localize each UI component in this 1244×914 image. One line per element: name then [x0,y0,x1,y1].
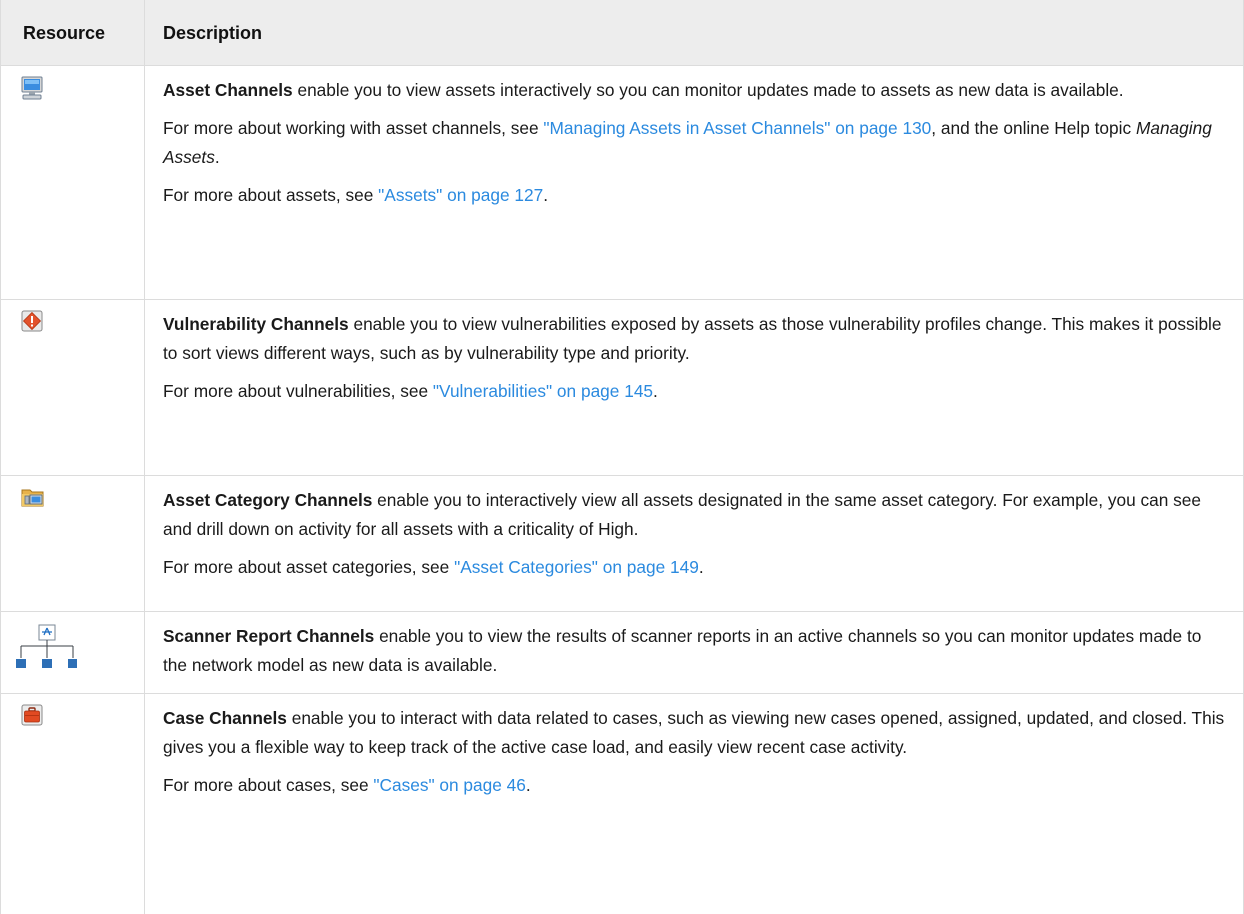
resource-term: Scanner Report Channels [163,626,375,646]
scanner-network-icon [16,624,77,668]
description-cell: Asset Channels enable you to view assets… [145,66,1243,299]
see-also-paragraph: For more about vulnerabilities, see "Vul… [163,377,1225,406]
see-also-text: For more about cases, see [163,775,374,795]
see-also-paragraph: For more about working with asset channe… [163,114,1225,172]
vulnerabilities-link[interactable]: "Vulnerabilities" on page 145 [433,381,653,401]
cases-link[interactable]: "Cases" on page 46 [373,775,526,795]
description-paragraph: Scanner Report Channels enable you to vi… [163,622,1225,680]
resource-term: Asset Channels [163,80,293,100]
asset-categories-link[interactable]: "Asset Categories" on page 149 [454,557,699,577]
see-also-paragraph: For more about cases, see "Cases" on pag… [163,771,1225,800]
resource-table: Resource Description Asset Channels enab… [0,0,1244,914]
table-row: Case Channels enable you to interact wit… [1,694,1243,914]
see-also-text: . [525,775,531,795]
see-also-text: For more about working with asset channe… [163,118,544,138]
description-cell: Vulnerability Channels enable you to vie… [145,300,1243,475]
see-also-text: For more about asset categories, see [163,557,455,577]
description-cell: Case Channels enable you to interact wit… [145,694,1243,914]
table-row: Asset Category Channels enable you to in… [1,476,1243,612]
resource-term: Asset Category Channels [163,490,373,510]
table-row: Vulnerability Channels enable you to vie… [1,300,1243,476]
description-paragraph: Case Channels enable you to interact wit… [163,704,1225,762]
table-header: Resource Description [1,0,1243,66]
description-text: enable you to view assets interactively … [292,80,1124,100]
description-paragraph: Asset Channels enable you to view assets… [163,76,1225,105]
see-also-paragraph: For more about asset categories, see "As… [163,553,1225,582]
description-cell: Scanner Report Channels enable you to vi… [145,612,1243,693]
asset-computer-icon [21,76,43,100]
assets-link[interactable]: "Assets" on page 127 [378,185,543,205]
description-text: enable you to interact with data related… [163,708,1225,757]
table-row: Scanner Report Channels enable you to vi… [1,612,1243,694]
managing-assets-link[interactable]: "Managing Assets in Asset Channels" on p… [543,118,931,138]
see-also-text: For more about assets, see [163,185,379,205]
resource-cell [1,694,145,914]
resource-cell [1,66,145,299]
vulnerability-warning-icon [21,310,43,332]
resource-term: Vulnerability Channels [163,314,349,334]
description-paragraph: Asset Category Channels enable you to in… [163,486,1225,544]
see-also-text: . [543,185,549,205]
see-also-text: , and the online Help topic [931,118,1136,138]
resource-cell [1,476,145,611]
see-also-text: . [698,557,704,577]
resource-term: Case Channels [163,708,287,728]
description-cell: Asset Category Channels enable you to in… [145,476,1243,611]
see-also-text: . [214,147,220,167]
table-row: Asset Channels enable you to view assets… [1,66,1243,300]
see-also-text: For more about vulnerabilities, see [163,381,433,401]
see-also-paragraph: For more about assets, see "Assets" on p… [163,181,1225,210]
description-paragraph: Vulnerability Channels enable you to vie… [163,310,1225,368]
header-resource: Resource [1,0,145,65]
case-briefcase-icon [21,704,43,726]
resource-cell [1,612,145,693]
asset-category-folder-icon [21,489,44,507]
header-description: Description [163,23,263,43]
see-also-text: . [653,381,658,401]
resource-cell [1,300,145,475]
